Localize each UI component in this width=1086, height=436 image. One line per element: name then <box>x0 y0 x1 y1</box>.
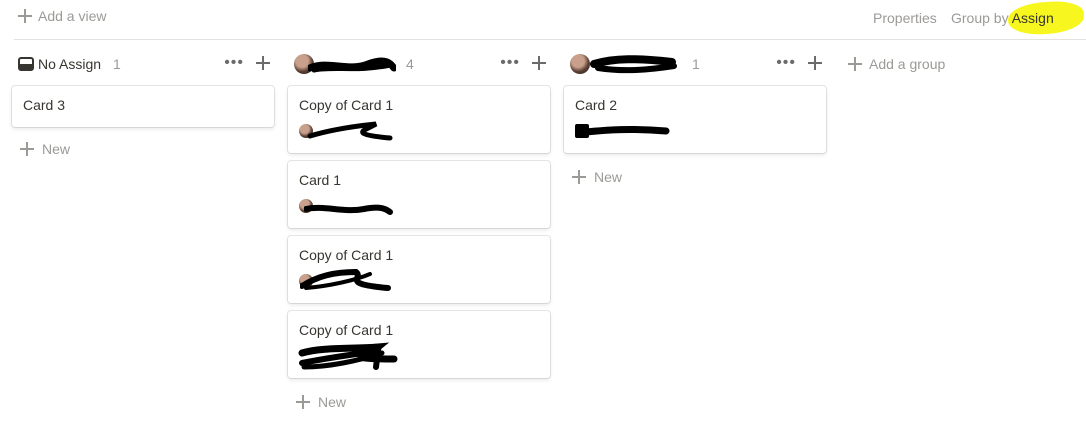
new-label: New <box>594 169 623 185</box>
board-card[interactable]: Copy of Card 1 <box>288 236 550 303</box>
view-toolbar: Add a view Properties Group by Assign <box>0 0 1086 38</box>
redaction-scribble <box>298 342 398 370</box>
redaction-scribble <box>300 268 391 291</box>
add-view-button[interactable]: Add a view <box>18 8 106 24</box>
card-title: Copy of Card 1 <box>299 97 394 113</box>
board-column-person-2: 1 ••• Card 2 New <box>564 50 826 185</box>
card-title: Card 2 <box>575 97 618 113</box>
add-group-label: Add a group <box>869 56 946 72</box>
new-card-button[interactable]: New <box>288 394 550 410</box>
column-header: 4 ••• <box>288 50 550 78</box>
properties-button[interactable]: Properties <box>873 10 937 26</box>
card-title: Copy of Card 1 <box>299 247 394 263</box>
plus-icon[interactable] <box>532 56 546 70</box>
more-icon[interactable]: ••• <box>776 55 796 71</box>
toolbar-divider <box>14 39 1086 40</box>
board-column-no-assign: No Assign 1 ••• Card 3 New <box>12 50 274 157</box>
plus-icon <box>848 57 862 71</box>
redaction-scribble <box>307 121 393 141</box>
redaction-scribble <box>582 125 670 136</box>
avatar <box>570 54 590 74</box>
plus-icon[interactable] <box>808 56 822 70</box>
new-card-button[interactable]: New <box>12 141 274 157</box>
board-card[interactable]: Copy of Card 1 <box>288 86 550 153</box>
redaction-scribble <box>304 204 393 215</box>
board-card[interactable]: Card 2 <box>564 86 826 153</box>
board-column-person-1: 4 ••• Copy of Card 1 Card 1 Copy of Card… <box>288 50 550 410</box>
column-header: No Assign 1 ••• <box>12 50 274 78</box>
inbox-icon <box>18 57 34 71</box>
add-view-label: Add a view <box>38 8 107 24</box>
card-title: Card 1 <box>299 172 342 188</box>
plus-icon[interactable] <box>256 56 270 70</box>
group-by-label: Group by <box>951 10 1009 26</box>
new-card-button[interactable]: New <box>564 169 826 185</box>
plus-icon <box>572 170 586 184</box>
plus-icon <box>20 142 34 156</box>
more-icon[interactable]: ••• <box>500 55 520 71</box>
new-label: New <box>42 141 71 157</box>
column-count: 1 <box>113 56 121 72</box>
column-count: 4 <box>406 56 414 72</box>
column-title: No Assign <box>38 56 102 72</box>
group-by-button[interactable]: Group by Assign <box>951 10 1054 26</box>
new-label: New <box>318 394 347 410</box>
column-header: 1 ••• <box>564 50 826 78</box>
more-icon[interactable]: ••• <box>224 55 244 71</box>
add-group-button[interactable]: Add a group <box>848 56 945 72</box>
plus-icon <box>18 9 32 23</box>
redaction-scribble <box>308 57 396 73</box>
plus-icon <box>296 395 310 409</box>
card-title: Copy of Card 1 <box>299 322 394 338</box>
board-card[interactable]: Copy of Card 1 <box>288 311 550 378</box>
column-count: 1 <box>692 56 700 72</box>
board-card[interactable]: Card 3 <box>12 86 274 127</box>
board-card[interactable]: Card 1 <box>288 161 550 228</box>
redaction-scribble <box>590 55 677 74</box>
card-title: Card 3 <box>23 97 66 113</box>
group-by-value: Assign <box>1011 10 1054 26</box>
